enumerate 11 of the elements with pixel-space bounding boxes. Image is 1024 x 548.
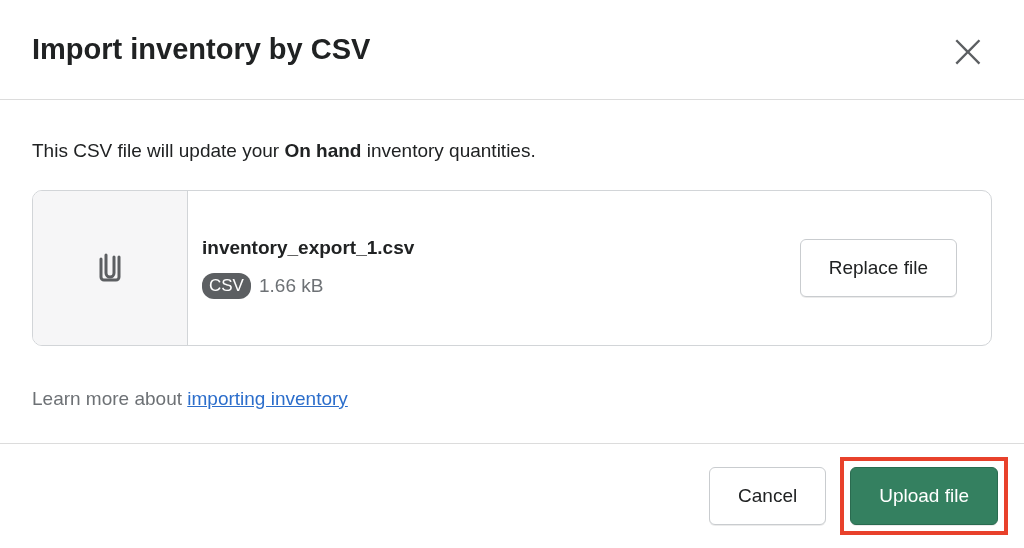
description-text: This CSV file will update your On hand inventory quantities. [32,140,537,162]
help-link[interactable]: importing inventory [187,388,348,409]
close-button[interactable]: × [943,29,992,70]
upload-button[interactable]: Upload file [850,467,998,525]
help-text: Learn more about [32,388,182,409]
file-name: inventory_export_1.csv [202,237,415,259]
file-type-badge: CSV [202,273,251,299]
replace-file-button[interactable]: Replace file [799,239,957,297]
cancel-button[interactable]: Cancel [709,467,827,525]
file-size: 1.66 kB [258,275,324,297]
dialog-title: Import inventory by CSV [32,33,371,66]
